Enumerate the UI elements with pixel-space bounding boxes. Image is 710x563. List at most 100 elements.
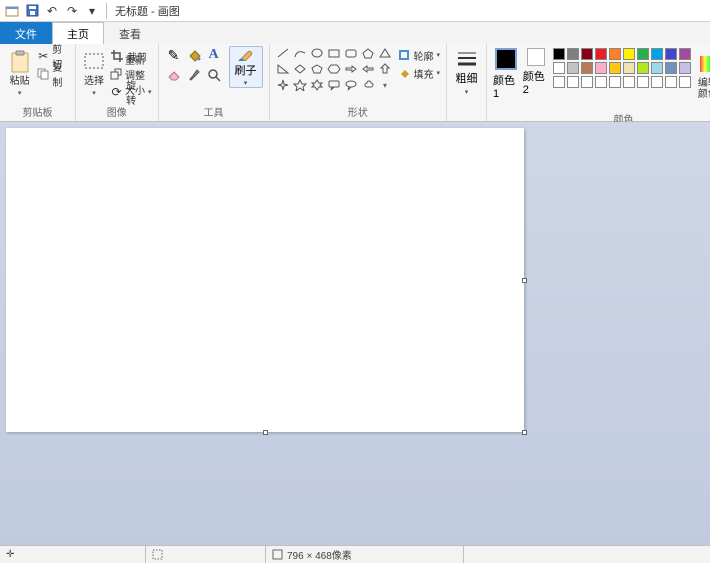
color2-swatch bbox=[527, 48, 545, 66]
quick-access-toolbar: ↶ ↷ ▾ bbox=[0, 3, 104, 19]
copy-button[interactable]: 复制 bbox=[37, 66, 69, 82]
shape-callout-cloud[interactable] bbox=[361, 78, 376, 92]
palette-swatch[interactable] bbox=[609, 48, 621, 60]
canvas[interactable] bbox=[6, 128, 524, 432]
shape-arrow-l[interactable] bbox=[361, 62, 376, 76]
magnifier-tool[interactable] bbox=[205, 66, 223, 84]
shape-oval[interactable] bbox=[310, 46, 325, 60]
select-button[interactable]: 选择 ▾ bbox=[82, 46, 106, 97]
outline-button[interactable]: 轮廓 ▾ bbox=[397, 47, 441, 63]
shape-triangle[interactable] bbox=[378, 46, 393, 60]
palette-swatch[interactable] bbox=[581, 48, 593, 60]
palette-swatch[interactable] bbox=[637, 48, 649, 60]
shape-arrow-r[interactable] bbox=[344, 62, 359, 76]
redo-icon[interactable]: ↷ bbox=[64, 3, 80, 19]
chevron-down-icon: ▾ bbox=[465, 88, 469, 96]
shape-rtriangle[interactable] bbox=[276, 62, 291, 76]
palette-swatch[interactable] bbox=[595, 76, 607, 88]
shape-roundrect[interactable] bbox=[344, 46, 359, 60]
palette-swatch[interactable] bbox=[679, 48, 691, 60]
palette-swatch[interactable] bbox=[679, 76, 691, 88]
color-palette[interactable] bbox=[553, 48, 692, 89]
palette-swatch[interactable] bbox=[679, 62, 691, 74]
brush-button[interactable]: 刷子 ▾ bbox=[229, 46, 263, 88]
shape-star4[interactable] bbox=[276, 78, 291, 92]
palette-swatch[interactable] bbox=[637, 62, 649, 74]
fill-tool[interactable] bbox=[185, 46, 203, 64]
eyedropper-tool[interactable] bbox=[185, 66, 203, 84]
fill-shape-icon bbox=[397, 66, 411, 80]
shape-rect[interactable] bbox=[327, 46, 342, 60]
palette-swatch[interactable] bbox=[651, 62, 663, 74]
palette-swatch[interactable] bbox=[581, 76, 593, 88]
palette-swatch[interactable] bbox=[665, 76, 677, 88]
palette-swatch[interactable] bbox=[623, 62, 635, 74]
shapes-gallery[interactable]: ▾ bbox=[276, 46, 393, 92]
palette-swatch[interactable] bbox=[665, 48, 677, 60]
shape-star6[interactable] bbox=[310, 78, 325, 92]
shape-callout-oval[interactable] bbox=[344, 78, 359, 92]
shape-pentagon[interactable] bbox=[310, 62, 325, 76]
eraser-tool[interactable] bbox=[165, 66, 183, 84]
palette-swatch[interactable] bbox=[609, 76, 621, 88]
shape-arrow-u[interactable] bbox=[378, 62, 393, 76]
rotate-button[interactable]: ⟳旋转 ▾ bbox=[110, 84, 152, 100]
edit-colors-button[interactable]: 编辑颜色 bbox=[696, 48, 710, 100]
tab-file[interactable]: 文件 bbox=[0, 22, 52, 44]
window-title: 无标题 - 画图 bbox=[115, 3, 180, 19]
size-button[interactable]: 粗细 ▾ bbox=[453, 46, 480, 96]
palette-swatch[interactable] bbox=[553, 48, 565, 60]
canvas-area[interactable] bbox=[0, 122, 710, 545]
text-tool[interactable]: A bbox=[205, 46, 223, 64]
tab-view[interactable]: 查看 bbox=[104, 22, 156, 44]
group-label-size bbox=[453, 108, 480, 120]
palette-swatch[interactable] bbox=[665, 62, 677, 74]
palette-swatch[interactable] bbox=[595, 48, 607, 60]
resize-handle-e[interactable] bbox=[522, 278, 527, 283]
shape-curve[interactable] bbox=[293, 46, 308, 60]
palette-swatch[interactable] bbox=[581, 62, 593, 74]
shapes-more-caret[interactable]: ▾ bbox=[378, 78, 393, 92]
group-colors: 颜色 1 颜色 2 编辑颜色 打开画图 3D 颜色 bbox=[487, 44, 710, 121]
color2-button[interactable]: 颜色 2 bbox=[523, 48, 549, 96]
palette-swatch[interactable] bbox=[651, 76, 663, 88]
undo-icon[interactable]: ↶ bbox=[44, 3, 60, 19]
separator bbox=[106, 3, 107, 19]
fill-button[interactable]: 填充 ▾ bbox=[397, 65, 441, 81]
resize-handle-se[interactable] bbox=[522, 430, 527, 435]
palette-swatch[interactable] bbox=[609, 62, 621, 74]
group-size: 粗细 ▾ bbox=[447, 44, 487, 121]
palette-swatch[interactable] bbox=[567, 62, 579, 74]
qat-customize-caret[interactable]: ▾ bbox=[84, 3, 100, 19]
outline-icon bbox=[397, 48, 411, 62]
shape-hexagon[interactable] bbox=[327, 62, 342, 76]
palette-swatch[interactable] bbox=[651, 48, 663, 60]
pencil-tool[interactable]: ✎ bbox=[165, 46, 183, 64]
save-icon[interactable] bbox=[24, 3, 40, 19]
palette-swatch[interactable] bbox=[567, 48, 579, 60]
ribbon-tabs: 文件 主页 查看 bbox=[0, 22, 710, 44]
palette-swatch[interactable] bbox=[595, 62, 607, 74]
resize-handle-s[interactable] bbox=[263, 430, 268, 435]
shape-polygon[interactable] bbox=[361, 46, 376, 60]
size-label: 粗细 bbox=[456, 70, 478, 86]
shape-diamond[interactable] bbox=[293, 62, 308, 76]
shape-line[interactable] bbox=[276, 46, 291, 60]
palette-swatch[interactable] bbox=[623, 48, 635, 60]
copy-label: 复制 bbox=[52, 59, 69, 89]
shape-star5[interactable] bbox=[293, 78, 308, 92]
color1-button[interactable]: 颜色 1 bbox=[493, 48, 519, 100]
palette-swatch[interactable] bbox=[553, 62, 565, 74]
palette-swatch[interactable] bbox=[623, 76, 635, 88]
dimensions-icon bbox=[272, 549, 283, 560]
color1-label: 颜色 1 bbox=[493, 72, 519, 100]
paste-button[interactable]: 粘贴 ▾ bbox=[6, 46, 33, 97]
brush-icon bbox=[236, 49, 256, 61]
edit-colors-icon bbox=[696, 52, 710, 76]
rotate-icon: ⟳ bbox=[110, 85, 123, 99]
palette-swatch[interactable] bbox=[567, 76, 579, 88]
color2-label: 颜色 2 bbox=[523, 68, 549, 96]
palette-swatch[interactable] bbox=[553, 76, 565, 88]
shape-callout-rect[interactable] bbox=[327, 78, 342, 92]
palette-swatch[interactable] bbox=[637, 76, 649, 88]
